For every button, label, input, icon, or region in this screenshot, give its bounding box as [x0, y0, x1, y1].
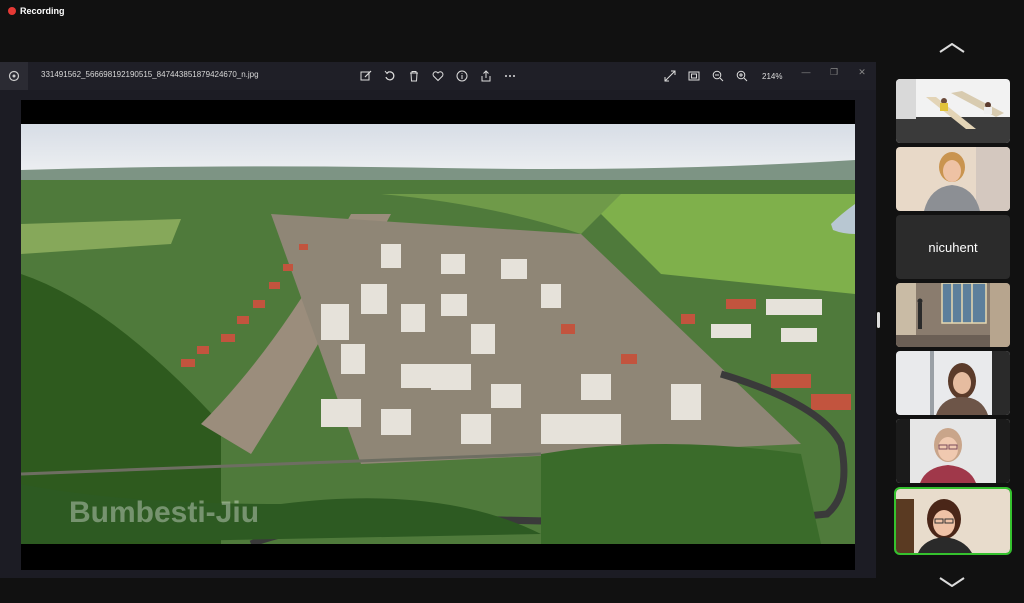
participant-video-woman-glasses [896, 419, 1010, 483]
participant-name: nicuhent [928, 239, 978, 255]
participant-tile-3[interactable]: nicuhent [896, 215, 1010, 279]
window-controls: — ❐ ✕ [792, 62, 876, 82]
scroll-up-chevron-icon[interactable] [936, 40, 968, 56]
participant-tile-4[interactable] [896, 283, 1010, 347]
view-toolbar: 214% [660, 66, 782, 86]
more-icon[interactable] [500, 66, 520, 86]
fullscreen-icon[interactable] [660, 66, 680, 86]
close-icon[interactable]: ✕ [848, 62, 876, 82]
recording-label: Recording [20, 6, 65, 16]
participant-video-woman-blonde [896, 147, 1010, 211]
rotate-icon[interactable] [380, 66, 400, 86]
image-toolbar [356, 66, 520, 86]
participants-panel: nicuhent [880, 0, 1024, 603]
fit-screen-icon[interactable] [684, 66, 704, 86]
zoom-out-icon[interactable] [708, 66, 728, 86]
participant-video-woman-office [896, 351, 1010, 415]
photos-app-icon[interactable] [0, 62, 28, 90]
watermark-text: Bumbesti-Jiu [69, 496, 259, 529]
info-icon[interactable] [452, 66, 472, 86]
image-canvas[interactable]: Bumbesti-Jiu [21, 100, 855, 570]
photo-viewer-window: 331491562_566698192190515_84744385187942… [0, 62, 876, 578]
share-icon[interactable] [476, 66, 496, 86]
restore-icon[interactable]: ❐ [820, 62, 848, 82]
edit-icon[interactable] [356, 66, 376, 86]
participant-video-hallway [896, 283, 1010, 347]
scroll-down-chevron-icon[interactable] [936, 574, 968, 590]
participant-tile-1[interactable] [896, 79, 1010, 143]
participant-video-woman-speaking [896, 489, 1010, 553]
file-name: 331491562_566698192190515_84744385187942… [41, 70, 259, 79]
minimize-icon[interactable]: — [792, 62, 820, 82]
participant-tile-active-speaker[interactable] [894, 487, 1012, 555]
recording-dot-icon [8, 7, 16, 15]
viewer-titlebar: 331491562_566698192190515_84744385187942… [0, 62, 876, 90]
delete-icon[interactable] [404, 66, 424, 86]
participant-tile-5[interactable] [896, 351, 1010, 415]
participant-tile-2[interactable] [896, 147, 1010, 211]
zoom-level[interactable]: 214% [762, 72, 782, 81]
participant-tile-6[interactable] [896, 419, 1010, 483]
recording-indicator: Recording [8, 6, 65, 16]
participant-video-classroom [896, 79, 1010, 143]
favorite-icon[interactable] [428, 66, 448, 86]
aerial-town-photo: Bumbesti-Jiu [21, 124, 855, 544]
zoom-in-icon[interactable] [732, 66, 752, 86]
